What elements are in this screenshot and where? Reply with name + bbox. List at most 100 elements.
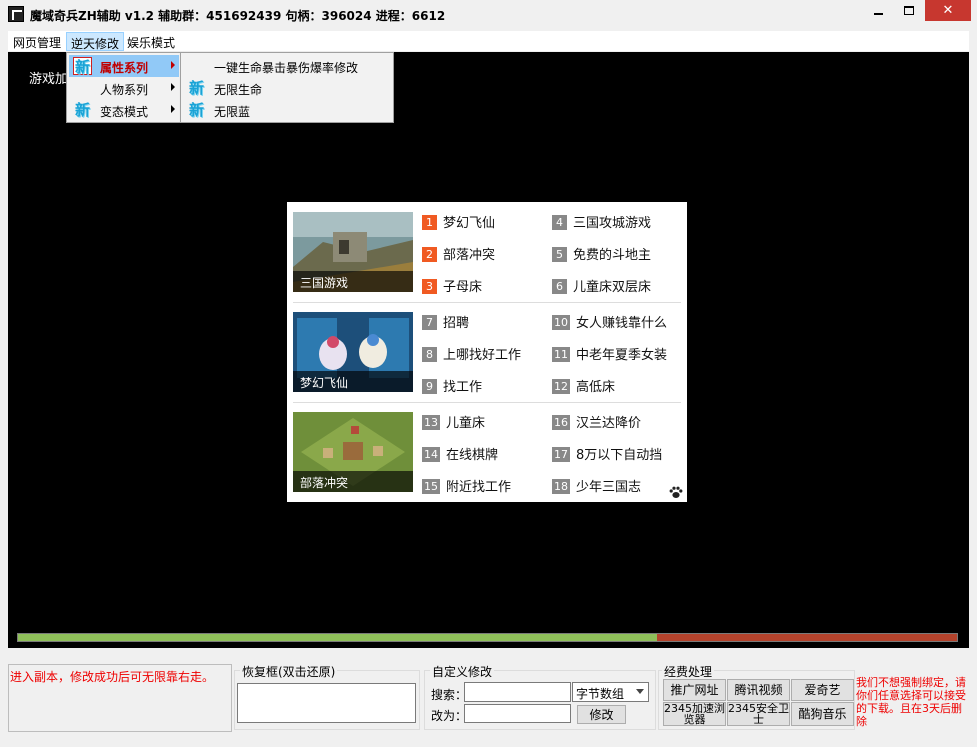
rank-badge: 7	[422, 315, 437, 330]
ad-link-text: 子母床	[443, 280, 483, 295]
ad-link[interactable]: 5 免费的斗地主	[552, 244, 651, 263]
ad-link[interactable]: 13 儿童床	[422, 412, 486, 431]
close-button[interactable]: ✕	[925, 0, 971, 21]
rank-badge: 6	[552, 279, 567, 294]
ad-link[interactable]: 16 汉兰达降价	[552, 412, 642, 431]
ad-link-text: 附近找工作	[446, 480, 512, 495]
ad-link[interactable]: 6 儿童床双层床	[552, 276, 651, 295]
rank-badge: 4	[552, 215, 567, 230]
ad-link[interactable]: 17 8万以下自动挡	[552, 444, 663, 463]
ad-link[interactable]: 2 部落冲突	[422, 244, 496, 263]
menu-web-management[interactable]: 网页管理	[9, 32, 65, 51]
submenu-arrow-icon	[171, 105, 175, 113]
funding-group-label: 经费处理	[662, 663, 715, 680]
ad-link-text: 汉兰达降价	[576, 416, 642, 431]
menu-item-character[interactable]: 人物系列	[69, 77, 179, 99]
progress-bar	[17, 633, 958, 642]
modify-button[interactable]: 修改	[577, 705, 626, 724]
rank-badge: 16	[552, 415, 570, 430]
chevron-down-icon	[636, 689, 644, 694]
ad-link[interactable]: 1 梦幻飞仙	[422, 212, 496, 231]
ad-link-text: 上哪找好工作	[443, 348, 522, 363]
maximize-icon	[904, 6, 914, 15]
rank-badge: 5	[552, 247, 567, 262]
promo-url-button[interactable]: 推广网址	[663, 679, 726, 701]
search-label: 搜索：	[431, 688, 468, 702]
change-input[interactable]	[464, 704, 571, 723]
notice-text: 我们不想强制绑定，请你们任意选择可以接受的下载。且在3天后删除	[856, 676, 966, 728]
ad-link-text: 梦幻飞仙	[443, 216, 496, 231]
ad-link[interactable]: 10 女人赚钱靠什么	[552, 312, 668, 331]
rank-badge: 15	[422, 479, 440, 494]
menu-item-infinite-mp[interactable]: 新 无限蓝	[183, 99, 391, 121]
security-2345-button[interactable]: 2345安全卫士	[727, 702, 790, 726]
submenu-arrow-icon	[171, 61, 175, 69]
menu-item-label: 人物系列	[100, 83, 149, 97]
rank-badge: 9	[422, 379, 437, 394]
close-icon: ✕	[942, 3, 954, 18]
menu-fun-mode[interactable]: 娱乐模式	[123, 32, 179, 51]
menu-item-label: 无限生命	[214, 83, 263, 97]
paw-icon[interactable]	[669, 486, 683, 499]
rank-badge: 1	[422, 215, 437, 230]
thumbnail-caption: 梦幻飞仙	[293, 371, 413, 392]
ad-link-text: 儿童床	[446, 416, 486, 431]
ad-link[interactable]: 3 子母床	[422, 276, 483, 295]
ad-link-text: 女人赚钱靠什么	[576, 316, 668, 331]
ad-link-text: 部落冲突	[443, 248, 496, 263]
search-input[interactable]	[464, 682, 571, 702]
menu-item-attributes[interactable]: 新 属性系列	[69, 55, 179, 77]
ad-link-text: 招聘	[443, 316, 470, 331]
ad-link[interactable]: 14 在线棋牌	[422, 444, 499, 463]
browser-2345-button[interactable]: 2345加速浏览器	[663, 702, 726, 726]
kugou-music-button[interactable]: 酷狗音乐	[791, 702, 854, 726]
ad-link-text: 中老年夏季女装	[576, 348, 668, 363]
thumbnail-caption: 三国游戏	[293, 271, 413, 292]
type-select[interactable]: 字节数组	[572, 682, 649, 702]
menu-hack-modify[interactable]: 逆天修改	[66, 32, 125, 51]
rank-badge: 17	[552, 447, 570, 462]
tencent-video-button[interactable]: 腾讯视频	[727, 679, 790, 701]
minimize-icon	[874, 12, 883, 15]
rank-badge: 2	[422, 247, 437, 262]
custom-edit-group-label: 自定义修改	[430, 663, 495, 680]
menu-item-label: 属性系列	[100, 61, 149, 75]
iqiyi-button[interactable]: 爱奇艺	[791, 679, 854, 701]
restore-group-label: 恢复框(双击还原)	[240, 663, 338, 680]
menu-item-label: 变态模式	[100, 105, 149, 119]
ad-link-text: 三国攻城游戏	[573, 216, 652, 231]
ad-link-text: 8万以下自动挡	[576, 448, 663, 463]
ad-link[interactable]: 12 高低床	[552, 376, 615, 395]
ad-thumbnail-three-kingdoms[interactable]: 三国游戏	[293, 212, 413, 292]
new-badge-icon: 新	[74, 101, 90, 119]
ad-link-text: 在线棋牌	[446, 448, 499, 463]
menu-item-infinite-hp[interactable]: 新 无限生命	[183, 77, 391, 99]
rank-badge: 14	[422, 447, 440, 462]
rank-badge: 13	[422, 415, 440, 430]
change-label: 改为：	[431, 709, 468, 723]
ad-link[interactable]: 7 招聘	[422, 312, 470, 331]
title-bar: 魔域奇兵ZH辅助 v1.2 辅助群：451692439 句柄：396024 进程…	[0, 0, 977, 30]
ad-thumbnail-clash[interactable]: 部落冲突	[293, 412, 413, 492]
ad-divider	[293, 302, 681, 303]
ad-link-text: 少年三国志	[576, 480, 642, 495]
rank-badge: 8	[422, 347, 437, 362]
restore-textbox[interactable]	[237, 683, 416, 723]
ad-thumbnail-fantasy-immortal[interactable]: 梦幻飞仙	[293, 312, 413, 392]
ad-link[interactable]: 8 上哪找好工作	[422, 344, 522, 363]
maximize-button[interactable]	[894, 0, 924, 21]
window-title: 魔域奇兵ZH辅助 v1.2 辅助群：451692439 句柄：396024 进程…	[30, 9, 446, 23]
status-text: 进入副本，修改成功后可无限靠右走。	[10, 670, 215, 684]
ad-link[interactable]: 18 少年三国志	[552, 476, 642, 495]
menu-item-cheat-mode[interactable]: 新 变态模式	[69, 99, 179, 121]
ad-link[interactable]: 9 找工作	[422, 376, 482, 395]
minimize-button[interactable]	[864, 0, 893, 21]
attributes-submenu: 一键生命暴击暴伤爆率修改 新 无限生命 新 无限蓝	[180, 52, 394, 123]
thumbnail-caption: 部落冲突	[293, 471, 413, 492]
ad-link[interactable]: 4 三国攻城游戏	[552, 212, 652, 231]
ad-link[interactable]: 11 中老年夏季女装	[552, 344, 668, 363]
rank-badge: 11	[552, 347, 570, 362]
menu-item-one-key-stats[interactable]: 一键生命暴击暴伤爆率修改	[183, 55, 391, 77]
hack-dropdown-menu: 新 属性系列 人物系列 新 变态模式	[66, 52, 181, 123]
ad-link[interactable]: 15 附近找工作	[422, 476, 512, 495]
